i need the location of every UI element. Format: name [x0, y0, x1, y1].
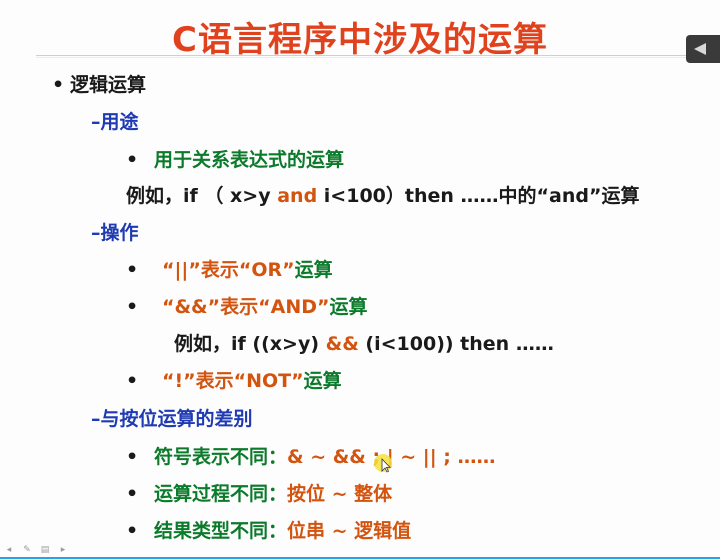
op-or-symbol: “||”表示 — [162, 259, 239, 281]
op-not-post: 运算 — [303, 370, 342, 392]
op-and-keyword: “AND” — [258, 296, 330, 318]
example2-amp: && — [325, 333, 359, 355]
diff1-label: 符号表示不同： — [154, 446, 288, 468]
section-ops: –操作 — [91, 222, 139, 244]
bullet-dot: • — [126, 520, 139, 542]
op-or-keyword: “OR” — [238, 259, 295, 281]
diff2-label: 运算过程不同： — [154, 483, 288, 505]
uses-item: • 用于关系表达式的运算 — [126, 148, 344, 172]
heading-logic-ops: 逻辑运算 — [70, 74, 147, 96]
pen-icon[interactable]: ✎ — [20, 545, 34, 555]
bullet-dot: • — [126, 149, 139, 171]
diff-symbol: • 符号表示不同：& ~ && ; | ~ || ; …… — [126, 445, 496, 469]
op-and-symbol: “&&”表示 — [162, 296, 259, 318]
prev-slide-icon[interactable]: ◂ — [2, 545, 16, 555]
mouse-cursor-icon — [374, 454, 392, 473]
diff3-label: 结果类型不同： — [154, 520, 288, 542]
section-uses: –用途 — [91, 111, 139, 133]
op-and-post: 运算 — [329, 296, 368, 318]
slide-canvas: C语言程序中涉及的运算 • 逻辑运算 –用途 • 用于关系表达式的运算 例如，if … — [0, 0, 720, 559]
diff-process: • 运算过程不同：按位 ~ 整体 — [126, 482, 392, 506]
example-2: 例如，if ((x>y) && (i<100)) then …… — [174, 332, 554, 356]
menu-icon[interactable]: ▤ — [38, 545, 52, 555]
title-divider-shadow — [36, 57, 720, 58]
example1-and: and — [277, 185, 318, 207]
bullet-dot: • — [126, 370, 139, 392]
slide-nav-back-icon[interactable] — [686, 35, 720, 63]
diff-result: • 结果类型不同：位串 ~ 逻辑值 — [126, 519, 411, 543]
op-or-post: 运算 — [294, 259, 333, 281]
example2-rest: (i<100)) then …… — [365, 333, 554, 355]
example1-b: i<100 — [323, 185, 386, 207]
example1-a: x>y — [230, 185, 271, 207]
example1-pre: 例如，if （ — [126, 185, 224, 207]
bullet-logic-ops: • 逻辑运算 — [52, 73, 146, 97]
op-not: • “!”表示“NOT”运算 — [126, 369, 342, 393]
title-divider — [36, 55, 720, 56]
diff2-value: 按位 ~ 整体 — [287, 483, 393, 505]
example-1: 例如，if （ x>y and i<100）then ……中的“and”运算 — [126, 184, 639, 208]
diff3-value: 位串 ~ 逻辑值 — [287, 520, 412, 542]
next-slide-icon[interactable]: ▸ — [56, 545, 70, 555]
bullet-dot: • — [52, 74, 65, 96]
section-diff: –与按位运算的差别 — [91, 408, 253, 430]
bullet-dot: • — [126, 446, 139, 468]
slide-control-icons[interactable]: ◂ ✎ ▤ ▸ — [2, 545, 70, 557]
example2-pre: 例如， — [174, 333, 232, 355]
op-not-symbol: “!”表示 — [162, 370, 234, 392]
slide-title: C语言程序中涉及的运算 — [172, 20, 548, 60]
op-or: • “||”表示“OR”运算 — [126, 258, 333, 282]
bullet-dot: • — [126, 259, 139, 281]
bullet-dot: • — [126, 483, 139, 505]
example1-post: ）then ……中的“and”运算 — [385, 185, 640, 207]
example2-if: if ((x>y) — [231, 333, 320, 355]
uses-item-text: 用于关系表达式的运算 — [154, 149, 345, 171]
op-not-keyword: “NOT” — [233, 370, 304, 392]
op-and: • “&&”表示“AND”运算 — [126, 295, 368, 319]
bullet-dot: • — [126, 296, 139, 318]
